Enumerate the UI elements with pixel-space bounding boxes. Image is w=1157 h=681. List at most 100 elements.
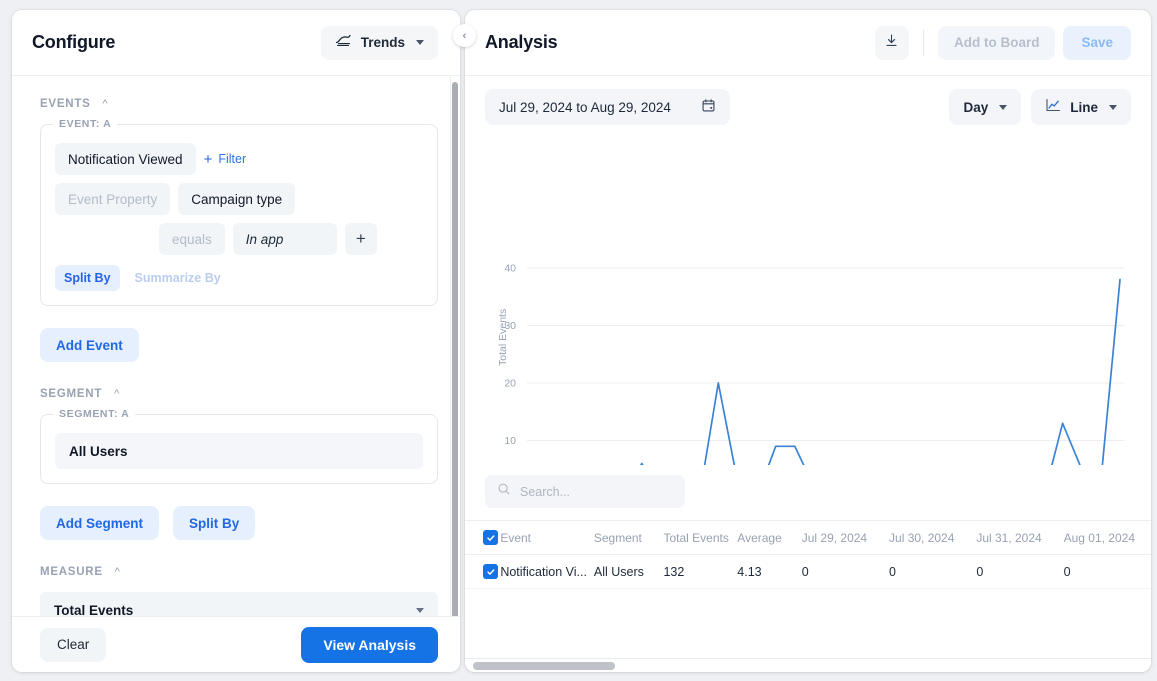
view-analysis-button[interactable]: View Analysis [301, 626, 438, 663]
analysis-type-label: Trends [360, 35, 405, 50]
save-button[interactable]: Save [1063, 25, 1131, 60]
analysis-type-dropdown[interactable]: Trends [320, 25, 438, 60]
column-header-total-events[interactable]: Total Events [663, 521, 737, 555]
segment-value-field[interactable]: All Users [55, 433, 423, 469]
segment-section-header[interactable]: SEGMENT ^ [40, 388, 438, 400]
table-row[interactable]: Notification Vi... All Users 132 4.13 0 … [465, 555, 1151, 589]
configure-footer: Clear View Analysis [12, 616, 460, 672]
operator-chip[interactable]: equals [159, 223, 225, 255]
column-header-day-3[interactable]: Jul 31, 2024 [976, 521, 1063, 555]
cell-segment: All Users [593, 564, 644, 579]
select-all-checkbox[interactable] [483, 530, 498, 545]
date-range-picker[interactable]: Jul 29, 2024 to Aug 29, 2024 [485, 89, 730, 125]
segment-a-fieldset: SEGMENT: A All Users [40, 408, 438, 484]
cell-day-3: 0 [976, 564, 984, 579]
trends-chart-icon [335, 33, 352, 53]
granularity-dropdown[interactable]: Day [949, 89, 1022, 125]
chevron-up-icon[interactable]: ^ [114, 388, 119, 400]
measure-section-title: MEASURE [40, 566, 103, 578]
clear-button[interactable]: Clear [40, 627, 107, 662]
configure-header: Configure Trends [12, 10, 460, 76]
event-property-row: Event Property Campaign type [55, 183, 423, 215]
measure-value: Total Events [54, 602, 134, 617]
column-header-average[interactable]: Average [737, 521, 801, 555]
column-header-day-1[interactable]: Jul 29, 2024 [802, 521, 889, 555]
column-header-event[interactable]: Event [500, 521, 594, 555]
plus-icon: + [203, 150, 213, 168]
download-icon [884, 33, 899, 53]
measure-section-header[interactable]: MEASURE ^ [40, 566, 438, 578]
cell-day-2: 0 [889, 564, 896, 579]
chevron-down-icon [416, 40, 424, 45]
event-name-row: Notification Viewed + Filter [55, 143, 423, 175]
column-header-day-4[interactable]: Aug 01, 2024 [1064, 521, 1151, 555]
add-filter-label: Filter [218, 152, 247, 166]
svg-text:40: 40 [504, 263, 516, 275]
cell-event: Notification Vi... [500, 555, 594, 589]
row-checkbox[interactable] [483, 564, 498, 579]
analysis-title: Analysis [485, 32, 558, 52]
results-table-section: Event Segment Total Events Average Jul 2… [465, 465, 1151, 672]
granularity-label: Day [963, 99, 989, 115]
svg-text:20: 20 [504, 378, 516, 390]
column-header-segment[interactable]: Segment [594, 521, 664, 555]
segment-split-by-button[interactable]: Split By [173, 506, 256, 540]
cell-day-4: 0 [1063, 564, 1071, 579]
line-chart-icon [1045, 98, 1061, 116]
results-table: Event Segment Total Events Average Jul 2… [465, 520, 1151, 589]
chart-y-axis-label: Total Events [497, 308, 509, 366]
event-summarize-by-button[interactable]: Summarize By [126, 265, 230, 291]
event-links-row: Split By Summarize By [55, 265, 423, 291]
event-a-fieldset: EVENT: A Notification Viewed + Filter Ev… [40, 118, 438, 306]
add-filter-button[interactable]: + Filter [204, 152, 247, 167]
chevron-down-icon [416, 607, 424, 613]
add-condition-button[interactable]: + [344, 223, 377, 255]
table-header-row: Event Segment Total Events Average Jul 2… [465, 520, 1151, 555]
event-name-chip[interactable]: Notification Viewed [55, 143, 196, 175]
operand-value-chip[interactable]: In app [232, 223, 337, 255]
configure-body: EVENTS ^ EVENT: A Notification Viewed + … [12, 76, 460, 616]
event-split-by-button[interactable]: Split By [55, 265, 120, 291]
column-header-day-2[interactable]: Jul 30, 2024 [889, 521, 976, 555]
trends-line-chart[interactable]: 010203040Jul30, 24Aug01, 24Aug03, 24Aug0… [465, 138, 1151, 468]
segment-section-title: SEGMENT [40, 388, 103, 400]
chart-area: 010203040Jul30, 24Aug01, 24Aug03, 24Aug0… [465, 138, 1151, 468]
analysis-header: Analysis Add to Board Save [465, 10, 1151, 76]
measure-select[interactable]: Total Events [40, 592, 438, 616]
chevron-up-icon[interactable]: ^ [103, 98, 108, 110]
header-divider [922, 29, 924, 56]
collapse-panel-button[interactable]: ‹ [453, 24, 476, 47]
event-condition-row: equals In app + [55, 223, 423, 255]
svg-text:10: 10 [504, 435, 516, 447]
segment-a-legend: SEGMENT: A [53, 408, 136, 420]
results-table-body: Notification Vi... All Users 132 4.13 0 … [465, 555, 1151, 589]
add-event-row: Add Event [40, 328, 438, 362]
search-input[interactable] [520, 484, 660, 499]
chart-type-dropdown[interactable]: Line [1031, 89, 1131, 125]
select-all-cell [465, 521, 500, 555]
cell-event-text: Notification Vi... [500, 564, 587, 579]
table-horizontal-scrollbar[interactable] [465, 658, 1151, 672]
chevron-left-icon: ‹ [462, 29, 467, 42]
add-event-button[interactable]: Add Event [40, 328, 139, 362]
configure-scrollbar[interactable] [450, 76, 458, 628]
configure-scrollbar-thumb[interactable] [452, 82, 458, 622]
app-root: Configure Trends EVENTS ^ EVENT: A Notif… [0, 0, 1157, 681]
add-to-board-button[interactable]: Add to Board [937, 25, 1056, 60]
cell-total-events: 132 [663, 564, 685, 579]
analysis-toolbar: Jul 29, 2024 to Aug 29, 2024 Day Line [465, 76, 1151, 138]
table-scrollbar-thumb[interactable] [473, 662, 615, 670]
event-property-placeholder-chip[interactable]: Event Property [55, 183, 171, 215]
chart-type-label: Line [1070, 99, 1098, 115]
chevron-down-icon [1109, 104, 1117, 110]
analysis-panel: Analysis Add to Board Save Jul 29, 2024 … [465, 10, 1151, 672]
calendar-icon [701, 98, 716, 116]
download-button[interactable] [874, 25, 909, 60]
chevron-up-icon[interactable]: ^ [115, 566, 120, 578]
property-value-chip[interactable]: Campaign type [178, 183, 296, 215]
add-segment-button[interactable]: Add Segment [40, 506, 160, 540]
search-box[interactable] [485, 475, 685, 508]
date-range-value: Jul 29, 2024 to Aug 29, 2024 [499, 99, 671, 115]
events-section-header[interactable]: EVENTS ^ [40, 98, 438, 110]
results-table-head: Event Segment Total Events Average Jul 2… [465, 520, 1151, 555]
